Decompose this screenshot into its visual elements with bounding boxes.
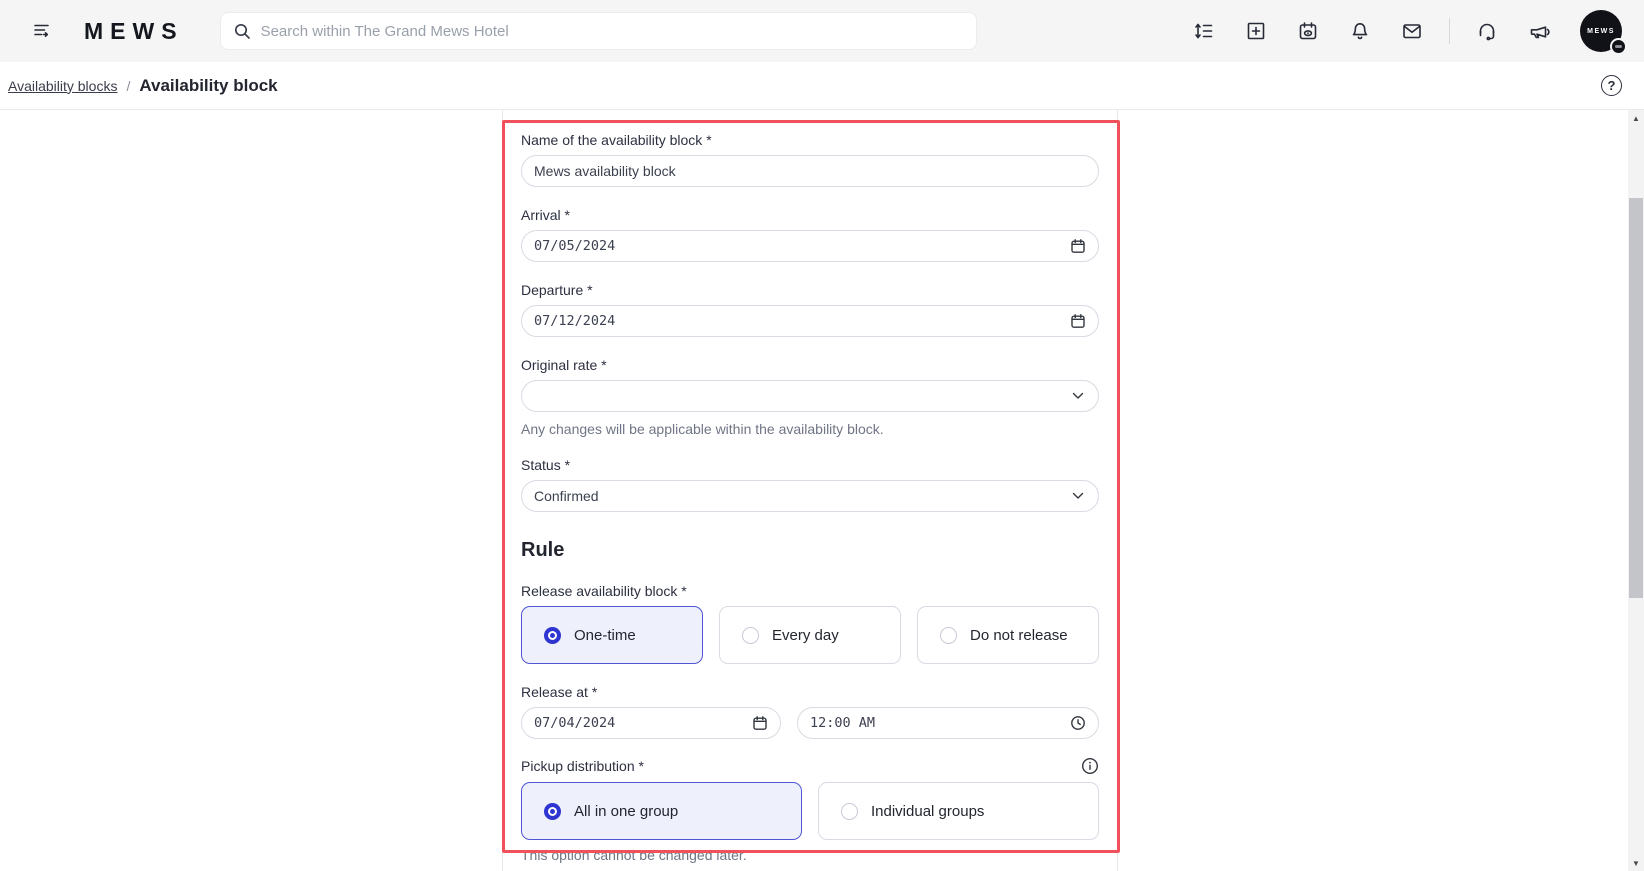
page-title: Availability block (139, 75, 278, 95)
calendar-icon[interactable] (1070, 313, 1086, 329)
original-rate-label: Original rate * (521, 357, 607, 373)
pickup-option-label: All in one group (574, 802, 679, 820)
messages-envelope-icon[interactable] (1397, 16, 1427, 46)
support-headset-icon[interactable] (1472, 16, 1502, 46)
breadcrumb-separator: / (126, 77, 131, 94)
help-icon[interactable]: ? (1601, 75, 1622, 96)
release-option-label: One-time (574, 626, 636, 644)
pickup-option-individual-groups[interactable]: Individual groups (818, 782, 1099, 840)
avatar-badge (1610, 38, 1627, 55)
release-time-input[interactable] (810, 715, 1070, 731)
global-search[interactable] (219, 12, 977, 50)
calendar-icon[interactable] (752, 715, 768, 731)
arrival-field-wrap (521, 230, 1099, 262)
name-field-wrap (521, 155, 1099, 187)
release-option-label: Every day (772, 626, 839, 644)
radio-selected-icon (544, 626, 561, 644)
avatar-label: MEWS (1587, 27, 1615, 35)
announcements-megaphone-icon[interactable] (1524, 16, 1554, 46)
name-label: Name of the availability block * (521, 132, 712, 148)
arrival-date-input[interactable] (534, 238, 1070, 254)
calendar-icon[interactable] (1070, 238, 1086, 254)
pickup-option-label: Individual groups (871, 802, 985, 820)
pickup-options: All in one group Individual groups (521, 782, 1099, 840)
radio-icon (940, 626, 957, 644)
pickup-option-all-in-one-group[interactable]: All in one group (521, 782, 802, 840)
info-icon[interactable] (1081, 757, 1099, 775)
scrollbar-thumb[interactable] (1629, 198, 1643, 598)
calendar-view-icon[interactable] (1293, 16, 1323, 46)
breadcrumb: Availability blocks / Availability block… (0, 62, 1644, 110)
vertical-scrollbar: ▲ ▼ (1628, 110, 1644, 871)
status-label: Status * (521, 457, 571, 473)
status-value: Confirmed (534, 488, 599, 504)
avatar[interactable]: MEWS (1580, 10, 1627, 55)
release-date-wrap (521, 707, 781, 739)
radio-icon (841, 802, 858, 820)
arrival-label: Arrival * (521, 207, 571, 223)
content-area: Name of the availability block * Arrival… (0, 110, 1644, 871)
scroll-down-arrow[interactable]: ▼ (1628, 855, 1644, 871)
line-spacing-icon[interactable] (1189, 16, 1219, 46)
sidebar-menu-icon[interactable] (26, 15, 58, 47)
release-options: One-time Every day Do not release (521, 606, 1099, 664)
availability-block-form: Name of the availability block * Arrival… (502, 110, 1120, 871)
departure-label: Departure * (521, 282, 593, 298)
departure-field-wrap (521, 305, 1099, 337)
search-input[interactable] (260, 22, 964, 40)
create-new-icon[interactable] (1241, 16, 1271, 46)
release-at-label: Release at * (521, 684, 598, 700)
scroll-up-arrow[interactable]: ▲ (1628, 110, 1644, 126)
chevron-down-icon (1072, 392, 1084, 399)
original-rate-select[interactable] (521, 380, 1099, 412)
radio-selected-icon (544, 802, 561, 820)
release-option-one-time[interactable]: One-time (521, 606, 703, 664)
header-divider (1449, 18, 1450, 44)
mews-logo: MEWS (84, 17, 184, 44)
release-option-every-day[interactable]: Every day (719, 606, 901, 664)
original-rate-helper: Any changes will be applicable within th… (521, 421, 884, 437)
radio-icon (742, 626, 759, 644)
top-actions: MEWS (1189, 10, 1627, 55)
release-time-wrap (797, 707, 1099, 739)
notifications-bell-icon[interactable] (1345, 16, 1375, 46)
breadcrumb-parent-link[interactable]: Availability blocks (8, 78, 117, 94)
chevron-down-icon (1072, 492, 1084, 499)
release-option-label: Do not release (970, 626, 1068, 644)
clock-icon[interactable] (1070, 715, 1086, 731)
name-input[interactable] (534, 163, 1086, 179)
pickup-helper: This option cannot be changed later. (521, 847, 747, 863)
search-icon (234, 23, 250, 39)
rule-section-title: Rule (521, 539, 565, 561)
hamburger-icon (34, 24, 49, 37)
release-block-label: Release availability block * (521, 583, 687, 599)
release-option-do-not-release[interactable]: Do not release (917, 606, 1099, 664)
top-bar: MEWS Search within The Grand Mews Hotel … (0, 0, 1644, 62)
pickup-distribution-label: Pickup distribution * (521, 758, 644, 774)
release-date-input[interactable] (534, 715, 752, 731)
departure-date-input[interactable] (534, 313, 1070, 329)
status-select[interactable]: Confirmed (521, 480, 1099, 512)
